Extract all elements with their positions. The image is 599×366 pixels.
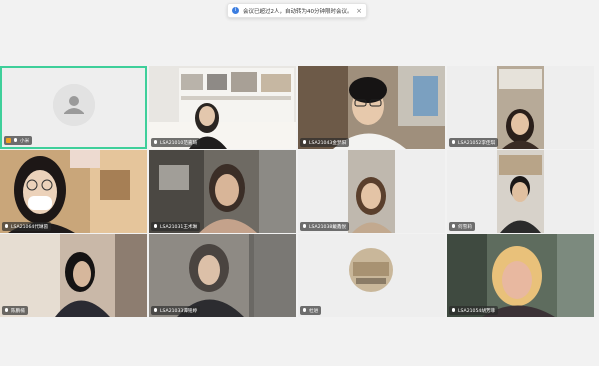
notice-text: 会议已超过2人，自动转为40分钟限时会议。 (243, 8, 353, 15)
microphone-icon (302, 308, 307, 313)
participant-label: LSA21064代琳茵 (2, 222, 52, 231)
microphone-icon (4, 224, 9, 229)
microphone-icon (302, 140, 307, 145)
participant-label: 小米 (4, 136, 33, 145)
microphone-icon (302, 224, 307, 229)
participant-label: LSA21033谭铭婷 (151, 306, 201, 315)
participant-label: LSA21010范嘉琦 (151, 138, 201, 147)
video-tile-5[interactable]: LSA21064代琳茵 (0, 150, 147, 233)
participant-label: LSA21054胡芳菲 (449, 306, 499, 315)
microphone-icon (153, 308, 158, 313)
host-icon (6, 138, 11, 143)
video-frame (298, 66, 445, 149)
video-frame (149, 66, 296, 149)
video-tile-9[interactable]: 陈鹏楠 (0, 234, 147, 317)
microphone-icon (451, 308, 456, 313)
video-tile-11[interactable]: 杜进 (298, 234, 445, 317)
video-frame (447, 150, 594, 233)
video-frame (149, 234, 296, 317)
video-tile-2[interactable]: LSA21010范嘉琦 (149, 66, 296, 149)
video-tile-7[interactable]: LSA21038戴鑫悦 (298, 150, 445, 233)
video-tile-8[interactable]: 何雪莉 (447, 150, 594, 233)
participant-label: LSA21052李佳琪 (449, 138, 499, 147)
video-tile-3[interactable]: LSA21043金梦阳 (298, 66, 445, 149)
video-tile-1[interactable]: 小米 (0, 66, 147, 149)
video-tile-4[interactable]: LSA21052李佳琪 (447, 66, 594, 149)
meeting-limit-notice: i 会议已超过2人，自动转为40分钟限时会议。 × (227, 3, 367, 18)
close-icon[interactable]: × (356, 7, 362, 15)
microphone-icon (13, 138, 18, 143)
participant-label: LSA21043金梦阳 (300, 138, 350, 147)
video-frame (0, 150, 147, 233)
video-frame (298, 234, 445, 317)
video-frame (298, 150, 445, 233)
video-frame (447, 234, 594, 317)
avatar (52, 83, 95, 126)
info-icon: i (232, 7, 239, 14)
video-tile-10[interactable]: LSA21033谭铭婷 (149, 234, 296, 317)
participant-label: 陈鹏楠 (2, 306, 28, 315)
microphone-icon (4, 308, 9, 313)
microphone-icon (153, 224, 158, 229)
video-frame (149, 150, 296, 233)
video-frame (447, 66, 594, 149)
participant-label: 何雪莉 (449, 222, 475, 231)
video-tile-12[interactable]: LSA21054胡芳菲 (447, 234, 594, 317)
user-icon (52, 83, 95, 126)
video-grid: 小米 LSA21010范嘉琦 LSA21043金梦阳 LSA21052李佳琪 L… (0, 66, 599, 318)
participant-label: 杜进 (300, 306, 322, 315)
microphone-icon (451, 140, 456, 145)
video-tile-6[interactable]: LSA21031王术琳 (149, 150, 296, 233)
video-frame (0, 234, 147, 317)
participant-label: LSA21038戴鑫悦 (300, 222, 350, 231)
microphone-icon (451, 224, 456, 229)
participant-label: LSA21031王术琳 (151, 222, 201, 231)
microphone-icon (153, 140, 158, 145)
